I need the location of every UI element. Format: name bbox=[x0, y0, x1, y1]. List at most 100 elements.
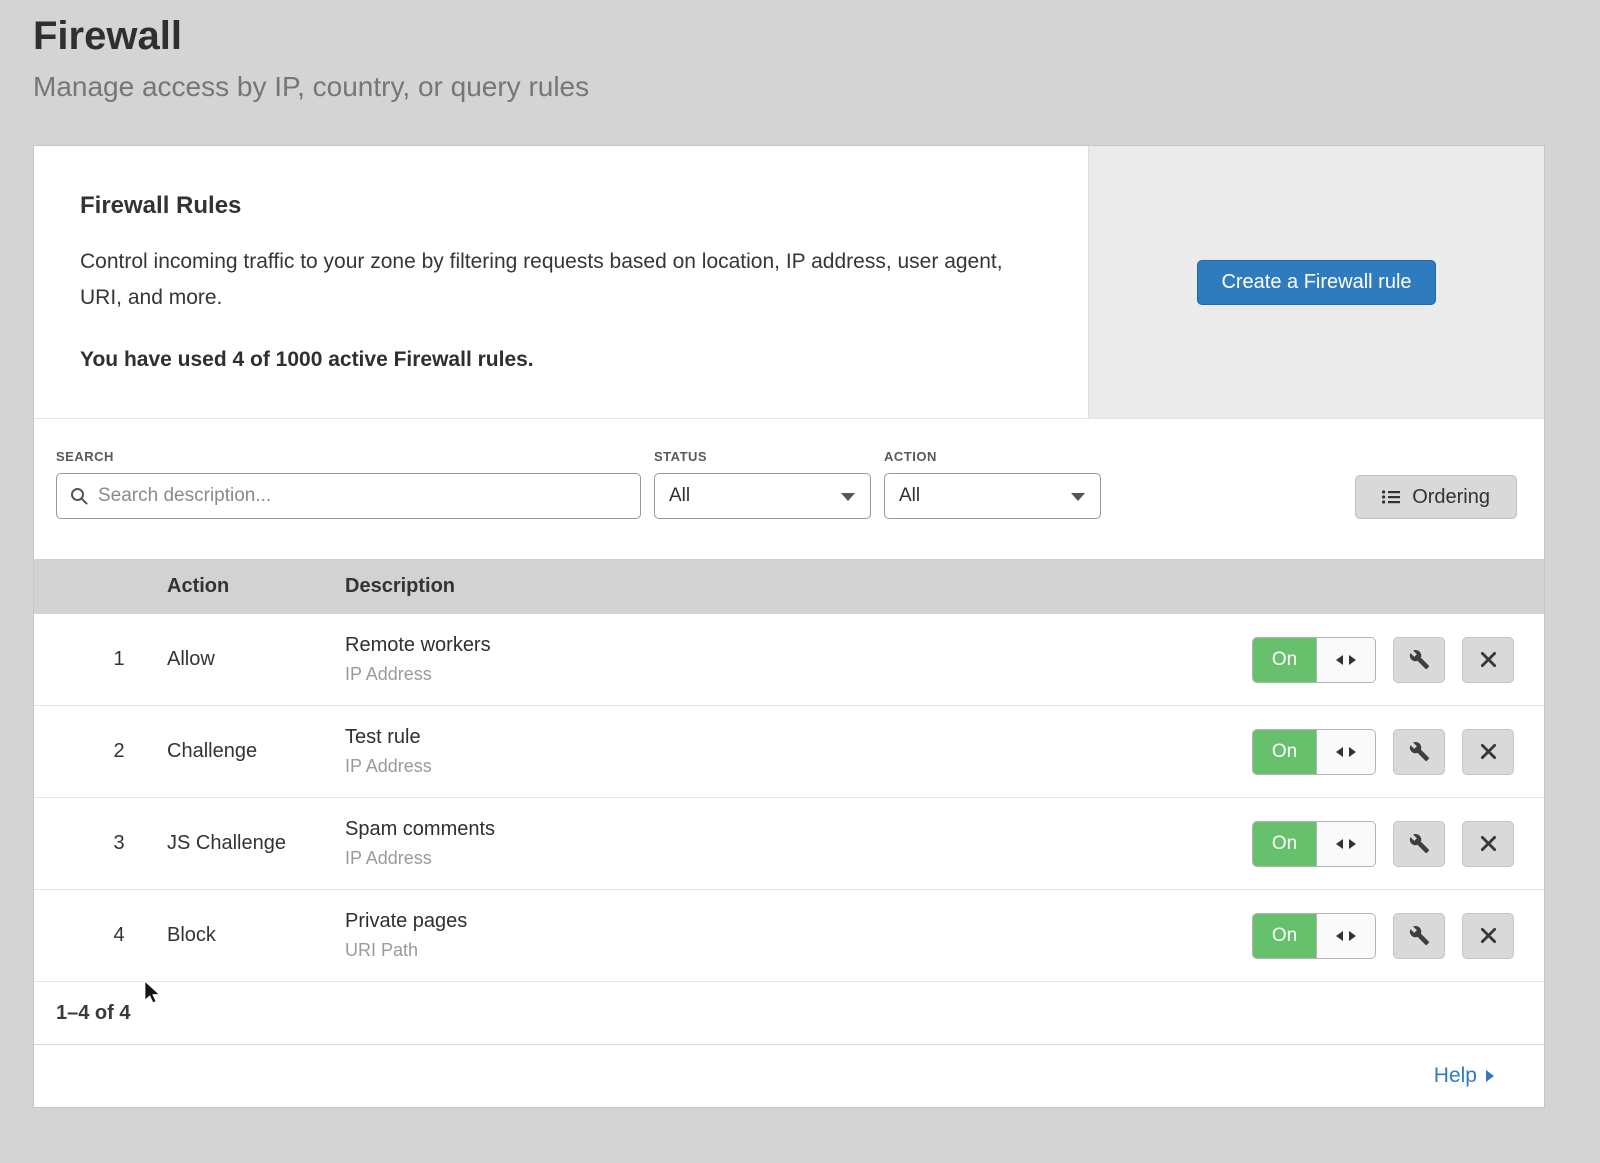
rule-controls: On bbox=[1252, 821, 1514, 867]
delete-rule-button[interactable] bbox=[1462, 729, 1514, 775]
delete-rule-button[interactable] bbox=[1462, 637, 1514, 683]
close-icon bbox=[1480, 835, 1497, 852]
chevron-down-icon bbox=[1071, 493, 1085, 501]
toggle-on-segment[interactable]: On bbox=[1253, 914, 1316, 958]
column-header-description: Description bbox=[345, 575, 1544, 598]
rule-controls: On bbox=[1252, 913, 1514, 959]
rule-description: Private pages bbox=[345, 910, 1252, 933]
ordering-button[interactable]: Ordering bbox=[1355, 475, 1517, 519]
rule-number: 2 bbox=[89, 740, 149, 763]
rule-description-cell: Private pages URI Path bbox=[345, 910, 1252, 961]
help-link-label: Help bbox=[1434, 1064, 1477, 1088]
rule-number: 1 bbox=[89, 648, 149, 671]
action-select-value: All bbox=[899, 485, 920, 507]
create-firewall-rule-button[interactable]: Create a Firewall rule bbox=[1197, 260, 1435, 305]
rule-controls: On bbox=[1252, 637, 1514, 683]
create-rule-panel: Create a Firewall rule bbox=[1088, 146, 1544, 418]
rule-description: Spam comments bbox=[345, 818, 1252, 841]
triangle-right-icon bbox=[1349, 839, 1356, 849]
status-label: STATUS bbox=[654, 449, 871, 464]
search-filter-group: SEARCH bbox=[56, 449, 641, 519]
table-row: 1 Allow Remote workers IP Address On bbox=[34, 614, 1544, 706]
help-link[interactable]: Help bbox=[1434, 1064, 1494, 1088]
rule-action: Allow bbox=[167, 648, 345, 671]
rule-toggle[interactable]: On bbox=[1252, 637, 1376, 683]
triangle-left-icon bbox=[1336, 747, 1343, 757]
card-footer: Help bbox=[34, 1045, 1544, 1107]
rule-description-cell: Remote workers IP Address bbox=[345, 634, 1252, 685]
rule-description: Remote workers bbox=[345, 634, 1252, 657]
search-label: SEARCH bbox=[56, 449, 641, 464]
triangle-right-icon bbox=[1349, 747, 1356, 757]
table-row: 4 Block Private pages URI Path On bbox=[34, 890, 1544, 982]
delete-rule-button[interactable] bbox=[1462, 821, 1514, 867]
rule-number: 3 bbox=[89, 832, 149, 855]
edit-rule-button[interactable] bbox=[1393, 913, 1445, 959]
close-icon bbox=[1480, 743, 1497, 760]
column-header-action: Action bbox=[167, 575, 345, 598]
toggle-on-segment[interactable]: On bbox=[1253, 822, 1316, 866]
action-select[interactable]: All bbox=[884, 473, 1101, 519]
rule-action: Block bbox=[167, 924, 345, 947]
toggle-arrows-segment[interactable] bbox=[1316, 730, 1375, 774]
rules-intro: Firewall Rules Control incoming traffic … bbox=[34, 146, 1088, 418]
edit-rule-button[interactable] bbox=[1393, 729, 1445, 775]
triangle-right-icon bbox=[1349, 655, 1356, 665]
delete-rule-button[interactable] bbox=[1462, 913, 1514, 959]
rule-toggle[interactable]: On bbox=[1252, 821, 1376, 867]
ordered-list-icon bbox=[1382, 490, 1400, 504]
ordering-button-label: Ordering bbox=[1412, 486, 1490, 509]
chevron-down-icon bbox=[841, 493, 855, 501]
rule-match-type: IP Address bbox=[345, 664, 1252, 685]
rule-action: JS Challenge bbox=[167, 832, 345, 855]
rule-description-cell: Test rule IP Address bbox=[345, 726, 1252, 777]
rule-action: Challenge bbox=[167, 740, 345, 763]
table-row: 3 JS Challenge Spam comments IP Address … bbox=[34, 798, 1544, 890]
wrench-icon bbox=[1409, 741, 1430, 762]
page-subtitle: Manage access by IP, country, or query r… bbox=[33, 70, 1567, 104]
firewall-rules-card: Firewall Rules Control incoming traffic … bbox=[33, 145, 1545, 1108]
rule-toggle[interactable]: On bbox=[1252, 729, 1376, 775]
status-select-value: All bbox=[669, 485, 690, 507]
rule-number: 4 bbox=[89, 924, 149, 947]
wrench-icon bbox=[1409, 649, 1430, 670]
status-select[interactable]: All bbox=[654, 473, 871, 519]
edit-rule-button[interactable] bbox=[1393, 637, 1445, 683]
rules-usage-note: You have used 4 of 1000 active Firewall … bbox=[80, 348, 1028, 372]
toggle-on-segment[interactable]: On bbox=[1253, 730, 1316, 774]
wrench-icon bbox=[1409, 925, 1430, 946]
rule-controls: On bbox=[1252, 729, 1514, 775]
table-row: 2 Challenge Test rule IP Address On bbox=[34, 706, 1544, 798]
triangle-right-icon bbox=[1349, 931, 1356, 941]
rules-title: Firewall Rules bbox=[80, 192, 1028, 220]
search-input[interactable] bbox=[57, 474, 640, 518]
rule-description: Test rule bbox=[345, 726, 1252, 749]
rule-match-type: IP Address bbox=[345, 848, 1252, 869]
page-header: Firewall Manage access by IP, country, o… bbox=[0, 0, 1600, 104]
edit-rule-button[interactable] bbox=[1393, 821, 1445, 867]
toggle-arrows-segment[interactable] bbox=[1316, 638, 1375, 682]
wrench-icon bbox=[1409, 833, 1430, 854]
triangle-left-icon bbox=[1336, 839, 1343, 849]
table-header: Action Description bbox=[34, 559, 1544, 614]
triangle-right-icon bbox=[1486, 1070, 1494, 1082]
filter-bar: SEARCH STATUS All ACTION All bbox=[34, 419, 1544, 559]
close-icon bbox=[1480, 651, 1497, 668]
action-label: ACTION bbox=[884, 449, 1101, 464]
triangle-left-icon bbox=[1336, 655, 1343, 665]
rule-match-type: IP Address bbox=[345, 756, 1252, 777]
search-input-wrap bbox=[56, 473, 641, 519]
rule-description-cell: Spam comments IP Address bbox=[345, 818, 1252, 869]
close-icon bbox=[1480, 927, 1497, 944]
pagination: 1–4 of 4 bbox=[34, 982, 1544, 1045]
toggle-arrows-segment[interactable] bbox=[1316, 822, 1375, 866]
pagination-text: 1–4 of 4 bbox=[56, 1002, 130, 1025]
page-title: Firewall bbox=[33, 12, 1567, 60]
card-top-section: Firewall Rules Control incoming traffic … bbox=[34, 146, 1544, 419]
toggle-on-segment[interactable]: On bbox=[1253, 638, 1316, 682]
triangle-left-icon bbox=[1336, 931, 1343, 941]
rule-toggle[interactable]: On bbox=[1252, 913, 1376, 959]
rule-match-type: URI Path bbox=[345, 940, 1252, 961]
search-icon bbox=[70, 487, 88, 505]
toggle-arrows-segment[interactable] bbox=[1316, 914, 1375, 958]
